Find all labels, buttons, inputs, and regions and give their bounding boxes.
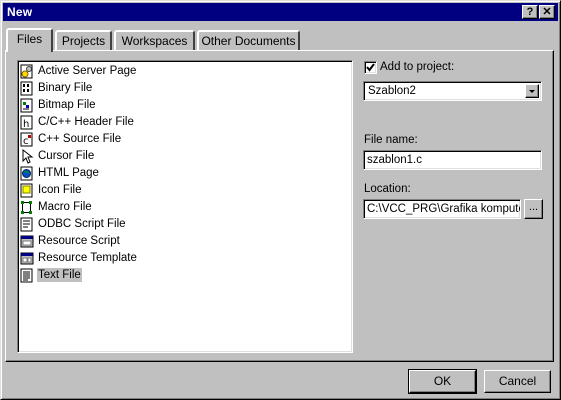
macro-file-icon [20, 200, 34, 215]
location-input[interactable]: C:\VCC_PRG\Grafika komputer [363, 199, 521, 219]
odbc-script-icon [20, 217, 34, 232]
add-to-project-label: Add to project: [380, 61, 455, 73]
file-name-input[interactable]: szablon1.c [363, 150, 542, 170]
file-type-list[interactable]: Active Server Page Binary File Bitmap Fi… [17, 60, 353, 353]
tab-projects[interactable]: Projects [55, 30, 112, 51]
close-button[interactable]: ✕ [539, 5, 555, 19]
text-file-icon [20, 268, 34, 283]
help-button[interactable]: ? [522, 5, 538, 19]
icon-file-icon [20, 183, 34, 198]
source-file-icon: c [20, 132, 34, 147]
tab-workspaces[interactable]: Workspaces [114, 30, 195, 51]
header-file-icon: h [20, 115, 34, 130]
binary-file-icon [20, 81, 34, 96]
project-select-value: Szablon2 [368, 85, 416, 97]
add-to-project-checkbox[interactable] [364, 61, 377, 74]
resource-script-icon [20, 234, 34, 249]
svg-text:h: h [23, 119, 29, 130]
chevron-down-icon[interactable] [525, 84, 539, 98]
location-label: Location: [364, 183, 411, 195]
cancel-button[interactable]: Cancel [484, 370, 551, 393]
browse-button[interactable]: ... [524, 199, 543, 219]
resource-template-icon [20, 251, 34, 266]
ok-button[interactable]: OK [408, 369, 477, 394]
bitmap-file-icon [20, 98, 34, 113]
tab-files[interactable]: Files [6, 28, 53, 52]
cursor-file-icon [20, 149, 34, 164]
active-server-page-icon [20, 64, 34, 79]
project-select[interactable]: Szablon2 [363, 81, 542, 101]
tab-other-documents[interactable]: Other Documents [197, 30, 300, 51]
html-page-icon [20, 166, 34, 181]
svg-text:c: c [23, 136, 29, 147]
title-bar[interactable]: New ? ✕ [3, 3, 558, 21]
window-title: New [7, 5, 33, 19]
file-name-label: File name: [364, 134, 418, 146]
